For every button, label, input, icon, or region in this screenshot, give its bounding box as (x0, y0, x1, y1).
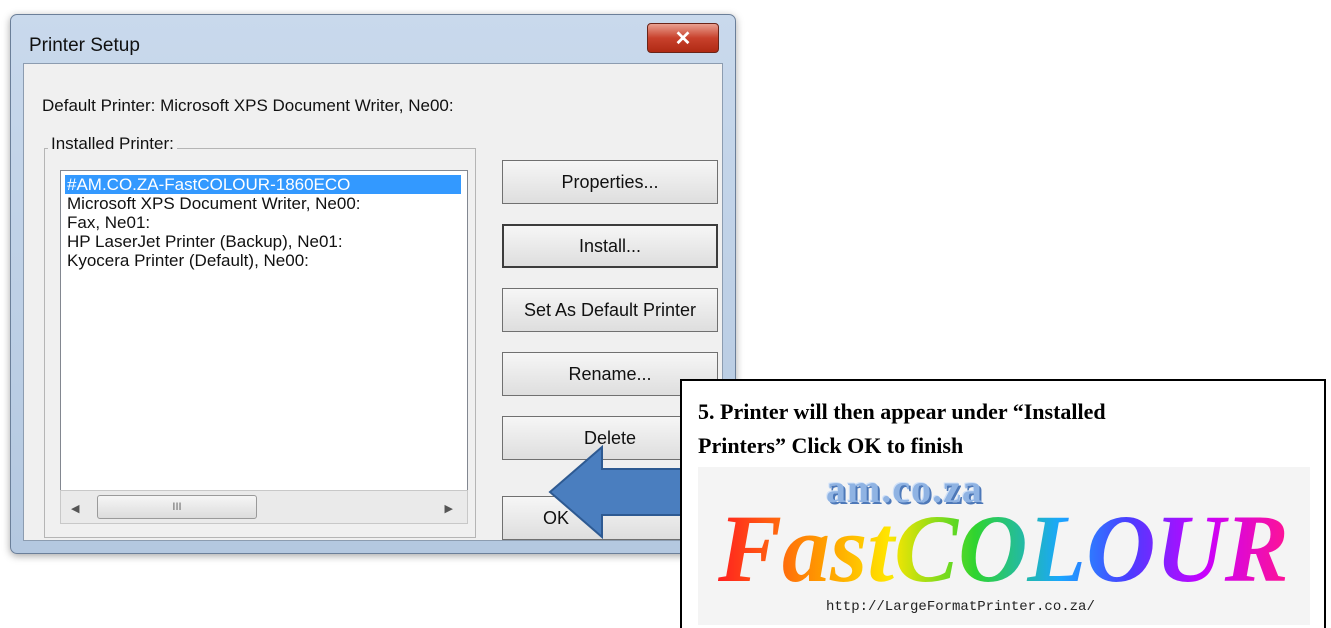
close-icon: ✕ (674, 27, 692, 50)
installed-printer-legend: Installed Printer: (48, 134, 177, 154)
dialog-title: Printer Setup (29, 35, 140, 56)
set-default-printer-button[interactable]: Set As Default Printer (502, 288, 718, 332)
install-button[interactable]: Install... (502, 224, 718, 268)
pointer-arrow-icon (548, 445, 697, 539)
scrollbar-thumb[interactable]: III (97, 495, 257, 519)
list-item[interactable]: Microsoft XPS Document Writer, Ne00: (61, 194, 467, 213)
instruction-callout: 5. Printer will then appear under “Insta… (680, 379, 1326, 628)
default-printer-label: Default Printer: Microsoft XPS Document … (42, 96, 454, 115)
horizontal-scrollbar[interactable]: ◀ III ▶ (60, 490, 468, 524)
properties-button[interactable]: Properties... (502, 160, 718, 204)
scroll-left-icon[interactable]: ◀ (71, 502, 79, 515)
list-item[interactable]: #AM.CO.ZA-FastCOLOUR-1860ECO (65, 175, 461, 194)
close-button[interactable]: ✕ (647, 23, 719, 53)
scroll-right-icon[interactable]: ▶ (445, 502, 453, 515)
logo-brand-text: FastCOLOUR (718, 495, 1289, 602)
list-item[interactable]: Fax, Ne01: (61, 213, 467, 232)
logo-url-text: http://LargeFormatPrinter.co.za/ (826, 599, 1095, 615)
instruction-line-2: Printers” Click OK to finish (698, 433, 964, 458)
installed-printer-list[interactable]: #AM.CO.ZA-FastCOLOUR-1860ECO Microsoft XP… (60, 170, 468, 504)
list-item[interactable]: Kyocera Printer (Default), Ne00: (61, 251, 467, 270)
title-bar[interactable]: Printer Setup ✕ (11, 15, 735, 59)
instruction-line-1: 5. Printer will then appear under “Insta… (698, 399, 1106, 424)
instruction-text: 5. Printer will then appear under “Insta… (698, 395, 1298, 463)
fastcolour-logo: am.co.za FastCOLOUR http://LargeFormatPr… (698, 466, 1310, 625)
scrollbar-grip: III (172, 501, 182, 513)
list-item[interactable]: HP LaserJet Printer (Backup), Ne01: (61, 232, 467, 251)
